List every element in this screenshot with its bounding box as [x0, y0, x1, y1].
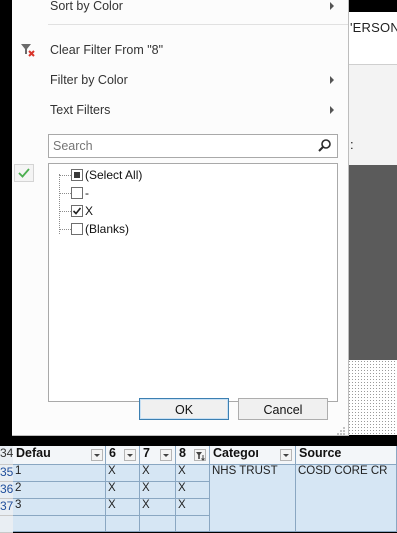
filter-dropdown-button[interactable]	[124, 449, 136, 461]
filter-dropdown-button[interactable]	[91, 449, 103, 461]
applied-filter-check-icon	[14, 164, 34, 182]
search-icon[interactable]	[317, 138, 333, 154]
sort-by-color-label: Sort by Color	[50, 0, 123, 13]
ok-button[interactable]: OK	[139, 398, 229, 420]
table-cell[interactable]: X	[176, 465, 210, 482]
row-number[interactable]: 35	[0, 465, 13, 482]
table-cell[interactable]: X	[176, 499, 210, 516]
sheet-dotted-area	[348, 360, 397, 435]
table-cell[interactable]	[13, 516, 106, 532]
sheet-header-fragment: 'ERSON	[350, 20, 397, 35]
x-checkbox[interactable]	[71, 205, 83, 217]
column-header-label: Source	[299, 446, 342, 460]
tree-connector	[59, 175, 71, 176]
dash-checkbox[interactable]	[71, 187, 83, 199]
tree-connector	[59, 193, 71, 194]
row-number[interactable]: 34	[0, 446, 13, 465]
submenu-arrow-icon	[330, 106, 334, 114]
submenu-arrow-icon	[330, 76, 334, 84]
submenu-arrow-icon	[330, 2, 334, 10]
table-cell[interactable]: NHS TRUST	[210, 465, 296, 532]
filter-dropdown-button[interactable]	[280, 449, 292, 461]
column-header-label: 6	[109, 446, 116, 460]
column-header-source[interactable]: Source	[296, 446, 397, 465]
clear-filter-label: Clear Filter From "8"	[50, 43, 164, 57]
table-cell[interactable]: 1	[13, 465, 106, 482]
row-number[interactable]: 36	[0, 482, 13, 499]
menu-item-filter-by-color[interactable]: Filter by Color	[12, 68, 348, 92]
menu-separator	[48, 24, 348, 25]
list-item-dash[interactable]: -	[49, 184, 329, 202]
list-item-blanks[interactable]: (Blanks)	[49, 220, 329, 238]
table-cell[interactable]: X	[176, 482, 210, 499]
list-item-label: (Blanks)	[85, 222, 130, 236]
search-field[interactable]	[48, 134, 338, 158]
list-item-label: (Select All)	[85, 168, 143, 182]
select-all-checkbox[interactable]	[71, 169, 83, 181]
list-item-label: X	[85, 204, 94, 218]
table-cell[interactable]: X	[106, 499, 140, 516]
filter-dropdown-button[interactable]	[160, 449, 172, 461]
table-cell[interactable]: X	[140, 482, 176, 499]
column-header-label: Defau	[16, 446, 51, 460]
clear-filter-icon	[20, 42, 36, 61]
text-filters-label: Text Filters	[50, 103, 111, 117]
table-cell[interactable]: X	[106, 465, 140, 482]
cancel-button[interactable]: Cancel	[238, 398, 328, 420]
resize-grip-icon[interactable]	[336, 425, 346, 435]
column-header-label: 7	[143, 446, 150, 460]
row-number-stub[interactable]	[0, 516, 13, 533]
active-filter-icon[interactable]	[194, 449, 206, 461]
column-header-label: 8	[179, 446, 186, 460]
filter-by-color-label: Filter by Color	[50, 73, 128, 87]
menu-item-text-filters[interactable]: Text Filters	[12, 98, 348, 122]
table-cell[interactable]	[140, 516, 176, 532]
spreadsheet-grid: 34 Defau 6 7 8 Categoı Source 35 1 X X X…	[0, 446, 397, 533]
menu-item-sort-by-color[interactable]: Sort by Color	[12, 0, 348, 18]
menu-item-clear-filter[interactable]: Clear Filter From "8"	[12, 38, 348, 62]
table-cell[interactable]: 2	[13, 482, 106, 499]
table-cell[interactable]: COSD CORE CR	[296, 465, 397, 532]
table-cell[interactable]: X	[140, 465, 176, 482]
table-cell[interactable]: X	[140, 499, 176, 516]
tree-connector	[59, 211, 71, 212]
sheet-dark-area	[348, 165, 397, 360]
sheet-colon-fragment: :	[350, 137, 354, 152]
list-item-select-all[interactable]: (Select All)	[49, 166, 329, 184]
blanks-checkbox[interactable]	[71, 223, 83, 235]
search-input[interactable]	[53, 138, 313, 154]
table-cell[interactable]	[106, 516, 140, 532]
column-header-label: Categoı	[213, 446, 259, 460]
row-number[interactable]: 37	[0, 499, 13, 516]
filter-value-list: (Select All) - X (Blanks)	[48, 163, 338, 402]
table-cell[interactable]	[176, 516, 210, 532]
table-cell[interactable]: X	[106, 482, 140, 499]
list-item-label: -	[85, 186, 89, 200]
list-item-x[interactable]: X	[49, 202, 329, 220]
sheet-gray-area	[348, 65, 397, 165]
tree-connector	[59, 229, 71, 230]
table-cell[interactable]: 3	[13, 499, 106, 516]
